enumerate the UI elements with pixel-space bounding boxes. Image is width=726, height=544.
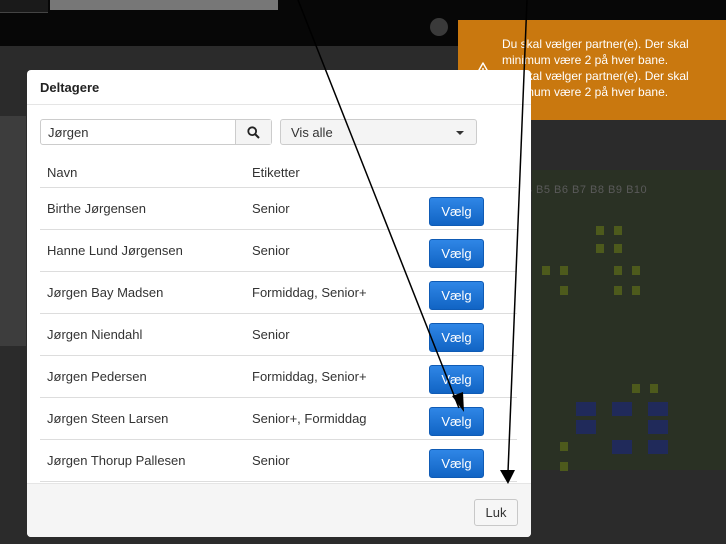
search-icon xyxy=(247,126,260,139)
background-person-icon xyxy=(560,462,568,471)
select-button[interactable]: Vælg xyxy=(429,365,484,394)
modal-body: Vis alle Navn Etiketter Birthe Jørgensen… xyxy=(27,105,531,483)
search-group xyxy=(40,119,272,145)
column-header-action xyxy=(422,157,517,188)
background-court-cell xyxy=(576,420,596,434)
participant-name: Birthe Jørgensen xyxy=(40,187,245,230)
table-row: Jørgen Thorup Pallesen Senior Vælg xyxy=(40,439,517,482)
background-person-icon xyxy=(650,384,658,393)
background-person-icon xyxy=(632,384,640,393)
background-court-cell xyxy=(612,440,632,454)
background-person-icon xyxy=(614,244,622,253)
background-person-icon xyxy=(560,442,568,451)
caret-down-icon xyxy=(456,131,464,135)
column-header-tags: Etiketter xyxy=(245,157,422,188)
filter-select[interactable]: Vis alle xyxy=(280,119,477,145)
table-row: Jørgen Bay Madsen Formiddag, Senior+ Væl… xyxy=(40,271,517,314)
column-header-name: Navn xyxy=(40,157,245,188)
participant-name: Hanne Lund Jørgensen xyxy=(40,229,245,272)
toast-message: Du skal vælger partner(e). Der skal mini… xyxy=(502,69,689,99)
action-cell: Vælg xyxy=(422,187,517,230)
background-person-icon xyxy=(614,266,622,275)
background-person-icon xyxy=(596,226,604,235)
participant-name: Jørgen Bay Madsen xyxy=(40,271,245,314)
action-cell: Vælg xyxy=(422,397,517,440)
participant-name: Jørgen Pedersen xyxy=(40,355,245,398)
select-button[interactable]: Vælg xyxy=(429,323,484,352)
participant-tags: Formiddag, Senior+ xyxy=(245,271,422,314)
action-cell: Vælg xyxy=(422,439,517,482)
participant-tags: Senior xyxy=(245,439,422,482)
select-button[interactable]: Vælg xyxy=(429,239,484,268)
search-input[interactable] xyxy=(41,120,251,144)
modal-title: Deltagere xyxy=(40,80,100,95)
background-sidebar xyxy=(0,116,26,346)
toast-message: Du skal vælger partner(e). Der skal mini… xyxy=(502,37,689,67)
table-header-row: Navn Etiketter xyxy=(40,157,517,188)
table-row: Birthe Jørgensen Senior Vælg xyxy=(40,187,517,230)
filter-selected-value: Vis alle xyxy=(291,125,333,140)
modal-header: Deltagere xyxy=(27,70,531,105)
background-court-cell xyxy=(648,440,668,454)
participant-tags: Senior+, Formiddag xyxy=(245,397,422,440)
table-row: Jørgen Steen Larsen Senior+, Formiddag V… xyxy=(40,397,517,440)
help-icon xyxy=(430,18,448,36)
table-row: Jørgen Niendahl Senior Vælg xyxy=(40,313,517,356)
action-cell: Vælg xyxy=(422,271,517,314)
background-grid-header: B4 B5 B6 B7 B8 B9 B10 xyxy=(518,184,648,196)
select-button[interactable]: Vælg xyxy=(429,281,484,310)
action-cell: Vælg xyxy=(422,229,517,272)
background-person-icon xyxy=(614,226,622,235)
background-court-cell xyxy=(648,420,668,434)
background-person-icon xyxy=(542,266,550,275)
participant-tags: Senior xyxy=(245,187,422,230)
participant-name: Jørgen Thorup Pallesen xyxy=(40,439,245,482)
background-court-cell xyxy=(612,402,632,416)
toast-message-list: Du skal vælger partner(e). Der skal mini… xyxy=(502,36,720,100)
background-court-grid xyxy=(532,170,726,470)
background-person-icon xyxy=(614,286,622,295)
participant-tags: Senior xyxy=(245,313,422,356)
background-tab xyxy=(0,0,48,13)
background-court-cell xyxy=(648,402,668,416)
modal-footer: Luk xyxy=(27,483,531,537)
background-person-icon xyxy=(596,244,604,253)
background-tabbar xyxy=(50,0,278,10)
participants-table: Navn Etiketter Birthe Jørgensen Senior V… xyxy=(40,157,517,482)
action-cell: Vælg xyxy=(422,355,517,398)
participant-name: Jørgen Niendahl xyxy=(40,313,245,356)
background-court-cell xyxy=(576,402,596,416)
table-row: Hanne Lund Jørgensen Senior Vælg xyxy=(40,229,517,272)
participant-name: Jørgen Steen Larsen xyxy=(40,397,245,440)
background-person-icon xyxy=(560,266,568,275)
table-row: Jørgen Pedersen Formiddag, Senior+ Vælg xyxy=(40,355,517,398)
participant-tags: Senior xyxy=(245,229,422,272)
participant-tags: Formiddag, Senior+ xyxy=(245,355,422,398)
close-button[interactable]: Luk xyxy=(474,499,518,526)
select-button[interactable]: Vælg xyxy=(429,197,484,226)
select-button[interactable]: Vælg xyxy=(429,407,484,436)
background-person-icon xyxy=(560,286,568,295)
action-cell: Vælg xyxy=(422,313,517,356)
participants-modal: Deltagere Vis alle Navn Etiketter xyxy=(27,70,531,537)
select-button[interactable]: Vælg xyxy=(429,449,484,478)
search-button[interactable] xyxy=(235,120,271,144)
background-person-icon xyxy=(632,286,640,295)
background-person-icon xyxy=(632,266,640,275)
